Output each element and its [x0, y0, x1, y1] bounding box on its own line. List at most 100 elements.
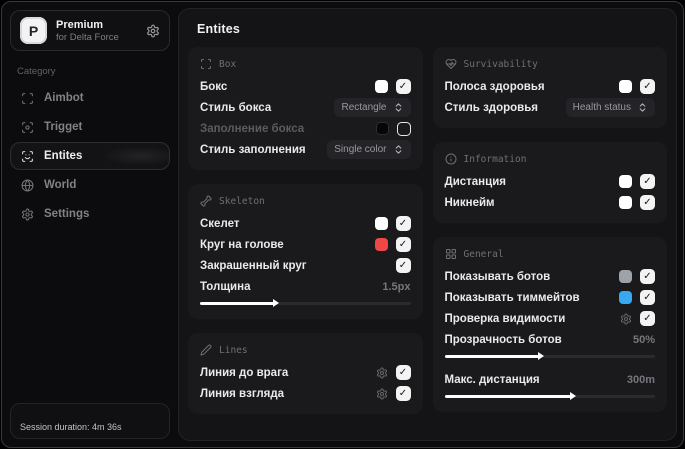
card-box: Box Бокс Стиль бокса Rectangle [188, 47, 423, 170]
heart-pulse-icon [445, 58, 457, 70]
setting-row-fill-style: Стиль заполнения Single color [200, 139, 411, 160]
color-swatch[interactable] [619, 175, 632, 188]
section-title: Box [219, 58, 237, 70]
setting-value: 1.5px [382, 280, 411, 293]
setting-value: 300m [626, 373, 655, 386]
setting-row-enemy-line: Линия до врага [200, 362, 411, 383]
setting-label: Круг на голове [200, 238, 284, 251]
session-card: Session duration: 4m 36s [10, 403, 170, 439]
setting-label: Линия до врага [200, 366, 289, 379]
health-style-dropdown[interactable]: Health status [565, 98, 655, 117]
sidebar-item-label: Settings [44, 208, 90, 220]
globe-icon [21, 179, 34, 192]
session-duration: Session duration: 4m 36s [20, 422, 122, 432]
setting-label: Дистанция [444, 175, 506, 188]
sidebar-item-label: Trigget [44, 121, 83, 133]
brand-title: Premium [56, 18, 104, 31]
checkbox[interactable] [640, 311, 655, 326]
sidebar-item-trigget[interactable]: Trigget [10, 113, 170, 141]
scan-face-icon [21, 150, 34, 163]
slider-fill [444, 355, 540, 358]
checkbox[interactable] [395, 216, 411, 231]
color-swatch[interactable] [619, 270, 632, 283]
checkbox[interactable] [640, 195, 655, 210]
sidebar-item-label: Entites [44, 150, 83, 162]
setting-row-distance: Дистанция [444, 171, 655, 192]
brand-logo: P [20, 17, 47, 44]
gear-icon[interactable] [376, 367, 388, 379]
checkbox[interactable] [395, 79, 411, 94]
checkbox[interactable] [640, 174, 655, 189]
section-title: Information [463, 153, 527, 165]
content: Box Бокс Стиль бокса Rectangle [179, 43, 676, 418]
dropdown-value: Rectangle [341, 102, 387, 113]
info-icon [445, 153, 457, 165]
checkbox[interactable] [395, 237, 411, 252]
color-swatch[interactable] [374, 238, 388, 251]
setting-label: Скелет [200, 217, 240, 230]
checkbox[interactable] [395, 386, 411, 401]
color-swatch[interactable] [619, 291, 632, 304]
card-survivability: Survivability Полоса здоровья Стиль здор… [432, 47, 667, 128]
setting-label: Закрашенный круг [200, 259, 307, 272]
color-swatch[interactable] [619, 196, 632, 209]
gear-icon[interactable] [146, 24, 160, 38]
dropdown-value: Health status [572, 102, 631, 113]
checkbox[interactable] [396, 121, 411, 136]
slider-fill [200, 302, 274, 305]
section-title: Skeleton [219, 195, 265, 207]
bone-icon [200, 195, 212, 207]
setting-label: Стиль бокса [200, 101, 272, 114]
setting-row-show-bots: Показывать ботов [445, 266, 655, 287]
color-swatch[interactable] [374, 217, 388, 230]
setting-label: Бокс [200, 80, 228, 93]
scan-icon [21, 92, 34, 105]
section-title: General [463, 248, 504, 260]
setting-row-show-teammates: Показывать тиммейтов [444, 287, 655, 308]
setting-row-health-bar: Полоса здоровья [445, 76, 655, 97]
checkbox[interactable] [640, 290, 655, 305]
setting-row-thickness: Толщина 1.5px [200, 276, 411, 297]
dropdown-value: Single color [334, 144, 387, 155]
box-style-dropdown[interactable]: Rectangle [334, 98, 411, 117]
color-swatch[interactable] [619, 80, 632, 93]
setting-row-skeleton: Скелет [200, 213, 411, 234]
chevrons-up-down-icon [637, 102, 648, 113]
gear-icon[interactable] [620, 313, 632, 325]
checkbox[interactable] [640, 79, 655, 94]
sidebar-item-world[interactable]: World [10, 171, 170, 199]
color-swatch[interactable] [375, 122, 389, 135]
checkbox[interactable] [640, 269, 655, 284]
color-swatch[interactable] [374, 80, 388, 93]
card-skeleton: Skeleton Скелет Круг на голове [188, 184, 423, 319]
setting-row-nickname: Никнейм [445, 192, 655, 213]
sidebar-item-label: World [44, 179, 77, 191]
section-title: Survivability [463, 58, 538, 70]
card-lines: Lines Линия до врага Линия взгляда [188, 333, 423, 414]
thickness-slider[interactable] [200, 299, 411, 308]
box-scan-icon [200, 58, 212, 70]
left-column: Box Бокс Стиль бокса Rectangle [188, 47, 423, 414]
max-distance-slider[interactable] [444, 392, 655, 401]
sidebar-item-aimbot[interactable]: Aimbot [10, 84, 170, 112]
crosshair-icon [21, 121, 34, 134]
setting-label: Стиль здоровья [444, 101, 539, 114]
setting-label: Макс. дистанция [444, 373, 540, 386]
setting-label: Линия взгляда [200, 387, 285, 400]
grid-icon [445, 248, 457, 260]
slider-fill [444, 395, 571, 398]
setting-row-box-fill: Заполнение бокса [200, 118, 411, 139]
setting-label: Показывать тиммейтов [444, 291, 580, 304]
gear-icon[interactable] [376, 388, 388, 400]
checkbox[interactable] [395, 365, 411, 380]
checkbox[interactable] [395, 258, 411, 273]
bots-opacity-slider[interactable] [444, 352, 655, 361]
fill-style-dropdown[interactable]: Single color [327, 140, 411, 159]
setting-value: 50% [632, 333, 655, 346]
sidebar-item-entites[interactable]: Entites [10, 142, 170, 170]
setting-row-health-style: Стиль здоровья Health status [444, 97, 655, 118]
app-window: P Premium for Delta Force Category Aimbo… [1, 1, 684, 448]
sidebar-nav: Aimbot Trigget Entites World Settings [10, 84, 170, 228]
brand-card: P Premium for Delta Force [10, 10, 170, 51]
sidebar-item-settings[interactable]: Settings [10, 200, 170, 228]
